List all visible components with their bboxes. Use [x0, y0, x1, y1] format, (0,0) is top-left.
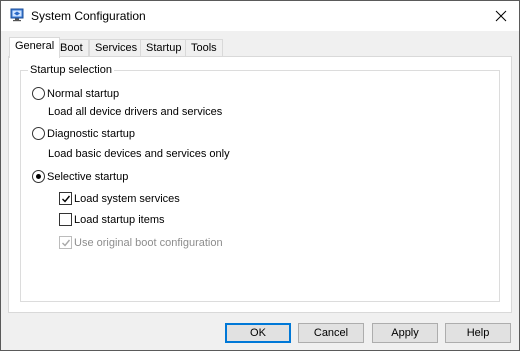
tab-tools[interactable]: Tools	[185, 39, 223, 57]
checkmark-icon	[61, 239, 70, 247]
tab-services[interactable]: Services	[89, 39, 144, 57]
general-tab-panel: Startup selection Normal startup Load al…	[8, 56, 512, 313]
checkbox-unchecked[interactable]	[59, 213, 72, 226]
load-system-services-checkbox[interactable]: Load system services	[59, 192, 180, 205]
diagnostic-startup-radio[interactable]: Diagnostic startup	[32, 127, 135, 140]
use-original-boot-checkbox: Use original boot configuration	[59, 236, 223, 249]
tab-startup[interactable]: Startup	[140, 39, 188, 57]
checkbox-checked-disabled	[59, 236, 72, 249]
load-startup-items-checkbox[interactable]: Load startup items	[59, 213, 165, 226]
normal-startup-radio[interactable]: Normal startup	[32, 87, 119, 100]
selective-startup-label: Selective startup	[47, 170, 129, 183]
startup-selection-group: Startup selection Normal startup Load al…	[20, 64, 500, 302]
close-icon	[495, 10, 507, 22]
ok-button[interactable]: OK	[225, 323, 291, 343]
system-configuration-window: System Configuration General Boot Servic…	[0, 0, 520, 351]
help-button[interactable]: Help	[445, 323, 511, 343]
window-title: System Configuration	[31, 9, 146, 23]
load-startup-items-label: Load startup items	[74, 213, 165, 226]
startup-selection-legend: Startup selection	[28, 64, 114, 76]
radio-button-selected[interactable]	[32, 170, 45, 183]
checkbox-checked[interactable]	[59, 192, 72, 205]
radio-button[interactable]	[32, 127, 45, 140]
diagnostic-startup-description: Load basic devices and services only	[48, 148, 230, 160]
radio-button[interactable]	[32, 87, 45, 100]
close-button[interactable]	[483, 1, 519, 31]
diagnostic-startup-label: Diagnostic startup	[47, 127, 136, 140]
cancel-button[interactable]: Cancel	[298, 323, 364, 343]
msconfig-icon	[10, 8, 24, 22]
title-bar: System Configuration	[1, 1, 519, 31]
normal-startup-label: Normal startup	[47, 87, 120, 100]
load-system-services-label: Load system services	[74, 192, 180, 205]
tab-general[interactable]: General	[9, 37, 61, 58]
apply-button[interactable]: Apply	[372, 323, 438, 343]
use-original-boot-label: Use original boot configuration	[74, 236, 223, 249]
checkmark-icon	[61, 195, 70, 203]
selective-startup-radio[interactable]: Selective startup	[32, 170, 128, 183]
normal-startup-description: Load all device drivers and services	[48, 106, 223, 118]
